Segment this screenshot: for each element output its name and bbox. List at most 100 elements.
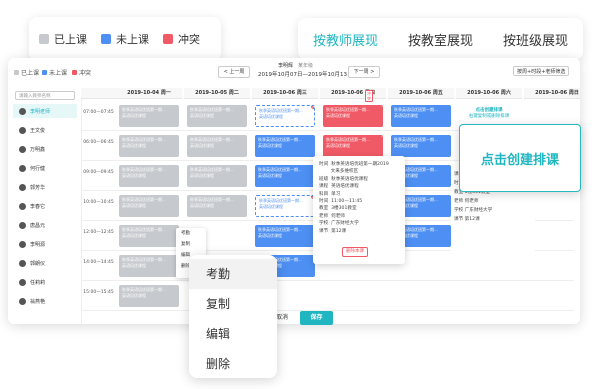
legend-label: 冲突 [178, 33, 200, 46]
lesson-block[interactable]: 秋季英语培优班第一期...英语培优课程 [255, 225, 315, 247]
day-header: 2019-10-06 周日 [524, 88, 580, 99]
mini-legend-finished: 已上课 [14, 68, 39, 77]
day-header: 2019-10-06 周四 [320, 88, 386, 99]
lesson-course: 英语培优课程 [394, 113, 418, 118]
create-lesson-card[interactable]: 点击创建排课 [459, 124, 581, 192]
day-header: 2019-10-06 周六 [456, 88, 522, 99]
popup-detail-line: 教室 3楼301教室 [319, 206, 357, 212]
lesson-block[interactable]: 秋季英语培优班第一期...英语培优课程 [187, 165, 247, 187]
teacher-name-label: 何行健 [30, 165, 46, 172]
lesson-block[interactable]: 秋季英语培优班第一期...英语培优课程 [119, 285, 179, 307]
detail-right-line: 课节 第12课 [454, 217, 480, 222]
lesson-block[interactable]: 秋季英语培优班第一期...英语培优课程× [255, 195, 315, 217]
day-header: 2019-10-04 周一 [116, 88, 182, 99]
lesson-course: 英语培优课程 [190, 113, 214, 118]
popup-detail-line: 课节 第12课 [319, 228, 347, 234]
teacher-sidebar: 请输入教师名称 李明老师王文俊万明鑫何行健郭芳华李春它唐昌元李明源郭朗仪任莉莉翁… [11, 88, 82, 324]
lesson-course: 英语培优课程 [326, 143, 350, 148]
tab-by-teacher[interactable]: 按教师展现 [313, 26, 378, 53]
mini-menu-copy[interactable]: 复制 [176, 239, 206, 250]
avatar-icon [19, 221, 26, 229]
sidebar-teacher-item[interactable]: 何行健 [13, 161, 77, 175]
next-week-button[interactable]: 下一周 > [348, 66, 380, 78]
avatar-icon [19, 297, 26, 305]
sidebar-teacher-item[interactable]: 李明老师 [13, 104, 77, 118]
mini-legend-conflict: 冲突 [72, 68, 91, 77]
lesson-course: 英语培优课程 [258, 233, 282, 238]
lesson-block[interactable]: 秋季英语培优班第一期...英语培优课程× [323, 135, 383, 157]
popup-detail-line: 文来多维校区 [319, 169, 359, 175]
detail-right-line: 老师 何老师 [454, 199, 479, 204]
filter-select[interactable]: 按周+时段+老师筛选 [513, 66, 569, 76]
lesson-block[interactable]: 秋季英语培优班第一期...英语培优课程 [119, 105, 179, 127]
remove-lesson-icon[interactable]: × [311, 106, 314, 109]
legend-item-conflict: 冲突 [163, 31, 200, 47]
teacher-name-label: 万明鑫 [30, 146, 46, 153]
time-slot-label: 09:00—09:45 [83, 170, 114, 175]
mini-legend-label: 冲突 [79, 70, 92, 77]
time-slot-label: 06:00—06:45 [83, 140, 114, 145]
avatar-icon [19, 183, 26, 191]
context-menu-delete[interactable]: 删除 [189, 349, 277, 379]
sidebar-teacher-item[interactable]: 郭朗仪 [13, 256, 77, 270]
avatar-icon [19, 164, 26, 172]
lesson-course: 英语培优课程 [122, 113, 146, 118]
avatar-icon [19, 126, 26, 134]
lesson-detail-popup: 时间 秋季英语培优班第一期2019 文来多维校区 班级 秋季英语培优课程 课程 英语… [313, 156, 405, 264]
sidebar-teacher-item[interactable]: 郭芳华 [13, 180, 77, 194]
teacher-name-label: 李春它 [30, 203, 46, 210]
create-hint-sub: 右键复制或删除排课 [468, 114, 510, 119]
legend-swatch-gray [39, 34, 49, 44]
lesson-block[interactable]: 秋季英语培优班第一期...英语培优课程 [119, 135, 179, 157]
sidebar-teacher-item[interactable]: 唐昌元 [13, 218, 77, 232]
sidebar-teacher-item[interactable]: 任莉莉 [13, 275, 77, 289]
lesson-block[interactable]: 秋季英语培优班第一期...英语培优课程 [391, 105, 451, 127]
tab-by-classroom[interactable]: 按教室展现 [408, 26, 473, 53]
lesson-block[interactable]: 秋季英语培优班第一期...英语培优课程 [255, 165, 315, 187]
context-menu-edit[interactable]: 编辑 [189, 319, 277, 349]
mini-legend-label: 未上课 [49, 70, 68, 77]
lesson-course: 英语培优课程 [259, 204, 283, 209]
remove-lesson-icon[interactable]: × [380, 135, 383, 138]
popup-detail-line: 时间 11:00—11:45 [319, 199, 363, 205]
lesson-block[interactable]: 秋季英语培优班第一期...英语培优课程 [187, 105, 247, 127]
context-menu-attendance[interactable]: 考勤 [189, 259, 277, 289]
delete-lesson-button[interactable]: 删除本课 [342, 247, 368, 257]
grid-corner [81, 88, 116, 99]
sidebar-teacher-item[interactable]: 万明鑫 [13, 142, 77, 156]
lesson-block[interactable]: 秋季英语培优班第一期...英语培优课程× [255, 105, 315, 127]
remove-lesson-icon[interactable]: × [380, 105, 383, 108]
prev-week-button[interactable]: < 上一周 [218, 66, 250, 78]
lesson-block[interactable]: 秋季英语培优班第一期...英语培优课程 [391, 135, 451, 157]
sidebar-teacher-item[interactable]: 李春它 [13, 199, 77, 213]
teacher-name-label: 郭芳华 [30, 184, 46, 191]
teacher-name-label: 李明源 [30, 241, 46, 248]
sidebar-teacher-item[interactable]: 李明源 [13, 237, 77, 251]
lesson-course: 英语培优课程 [258, 173, 282, 178]
legend-label: 已上课 [54, 33, 87, 46]
lesson-block[interactable]: 秋季英语培优班第一期...英语培优课程 [119, 165, 179, 187]
create-hint[interactable]: 点击创建排课 右键复制或删除排课 [459, 108, 519, 120]
save-button[interactable]: 保存 [300, 311, 333, 325]
sidebar-teacher-item[interactable]: 王文俊 [13, 123, 77, 137]
sidebar-teacher-item[interactable]: 翁燕艳 [13, 294, 77, 308]
legend-label: 未上课 [116, 33, 149, 46]
teacher-search-input[interactable]: 请输入教师名称 [15, 91, 75, 100]
lesson-block[interactable]: 秋季英语培优班第一期...英语培优课程 [187, 135, 247, 157]
mini-swatch-gray [14, 70, 19, 75]
lesson-block[interactable]: 秋季英语培优班第一期...英语培优课程 [119, 255, 179, 277]
mini-menu-attendance[interactable]: 考勤 [176, 228, 206, 239]
context-menu-copy[interactable]: 复制 [189, 289, 277, 319]
lesson-block[interactable]: 秋季英语培优班第一期...英语培优课程 [187, 195, 247, 217]
mini-legend-upcoming: 未上课 [42, 68, 67, 77]
lesson-course: 英语培优课程 [190, 203, 214, 208]
popup-detail-line: 科目 单习 [319, 191, 341, 197]
mini-swatch-blue [42, 70, 47, 75]
lesson-block[interactable]: 秋季英语培优班第一期...英语培优课程 [119, 195, 179, 217]
lesson-course: 英语培优课程 [122, 173, 146, 178]
lesson-block[interactable]: 秋季英语培优班第一期...英语培优课程× [323, 105, 383, 127]
lesson-course: 英语培优课程 [122, 143, 146, 148]
tab-by-class[interactable]: 按班级展现 [503, 26, 568, 53]
lesson-block[interactable]: 秋季英语培优班第一期...英语培优课程 [119, 225, 179, 247]
lesson-block[interactable]: 秋季英语培优班第一期...英语培优课程 [255, 135, 315, 157]
